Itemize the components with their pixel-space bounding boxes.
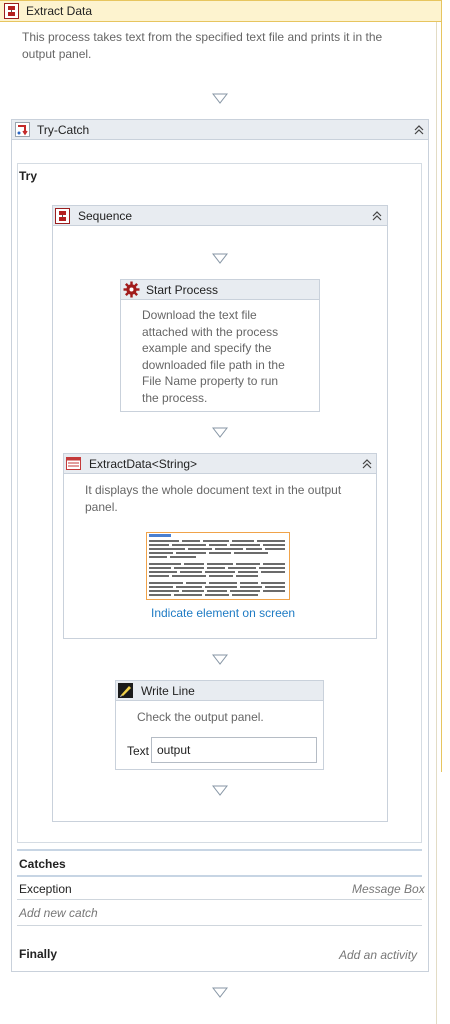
description-line: File Name property to run bbox=[142, 374, 279, 389]
double-chevron-up-icon[interactable] bbox=[360, 457, 374, 471]
start-process-title: Start Process bbox=[146, 283, 219, 297]
catch-exception-handler[interactable]: Message Box bbox=[352, 882, 425, 896]
drop-target-triangle-icon[interactable] bbox=[212, 253, 228, 265]
extract-data-activity-title: ExtractData<String> bbox=[89, 457, 198, 471]
description-line: example and specify the bbox=[142, 341, 272, 356]
extract-data-description: This process takes text from the specifi… bbox=[22, 30, 383, 61]
sequence-title: Sequence bbox=[78, 209, 133, 223]
table-extract-icon bbox=[66, 456, 81, 471]
drop-target-triangle-icon[interactable] bbox=[212, 93, 228, 105]
try-label: Try bbox=[19, 169, 38, 183]
catches-header-divider bbox=[17, 875, 422, 877]
text-field-label: Text bbox=[127, 744, 150, 758]
catches-divider bbox=[17, 849, 422, 851]
catches-label: Catches bbox=[19, 857, 66, 871]
element-screenshot-thumbnail[interactable] bbox=[146, 532, 290, 600]
drop-target-triangle-icon[interactable] bbox=[212, 785, 228, 797]
finally-label: Finally bbox=[19, 947, 58, 961]
description-line: downloaded file path in the bbox=[142, 357, 285, 372]
double-chevron-up-icon[interactable] bbox=[370, 209, 384, 223]
start-process-description: Download the text file attached with the… bbox=[142, 307, 312, 407]
drop-target-triangle-icon[interactable] bbox=[212, 654, 228, 666]
try-catch-icon bbox=[15, 122, 30, 137]
add-activity-placeholder[interactable]: Add an activity bbox=[339, 948, 417, 962]
sequence-rail-inner bbox=[436, 22, 437, 1024]
text-input[interactable]: output bbox=[151, 737, 317, 763]
try-catch-title: Try-Catch bbox=[37, 123, 90, 137]
sequence-rail bbox=[441, 22, 442, 772]
catches-bottom-divider bbox=[17, 925, 422, 926]
description-line: Download the text file bbox=[142, 308, 257, 322]
drop-target-triangle-icon[interactable] bbox=[212, 427, 228, 439]
double-chevron-up-icon[interactable] bbox=[412, 123, 426, 137]
write-line-description: Check the output panel. bbox=[137, 710, 264, 724]
sequence-icon bbox=[4, 3, 19, 19]
write-line-icon bbox=[118, 683, 133, 698]
description-line: the process. bbox=[142, 390, 208, 405]
sequence-icon bbox=[55, 208, 70, 224]
catch-row-divider bbox=[17, 899, 422, 900]
drop-target-triangle-icon[interactable] bbox=[212, 987, 228, 999]
write-line-title: Write Line bbox=[141, 684, 195, 698]
extract-data-title: Extract Data bbox=[26, 4, 93, 18]
add-new-catch-link[interactable]: Add new catch bbox=[19, 906, 98, 920]
catch-exception-type[interactable]: Exception bbox=[19, 882, 72, 896]
description-line: attached with the process bbox=[142, 324, 279, 339]
indicate-element-link[interactable]: Indicate element on screen bbox=[151, 606, 295, 620]
extract-data-activity-description: It displays the whole document text in t… bbox=[85, 483, 342, 514]
gear-icon bbox=[123, 281, 140, 298]
